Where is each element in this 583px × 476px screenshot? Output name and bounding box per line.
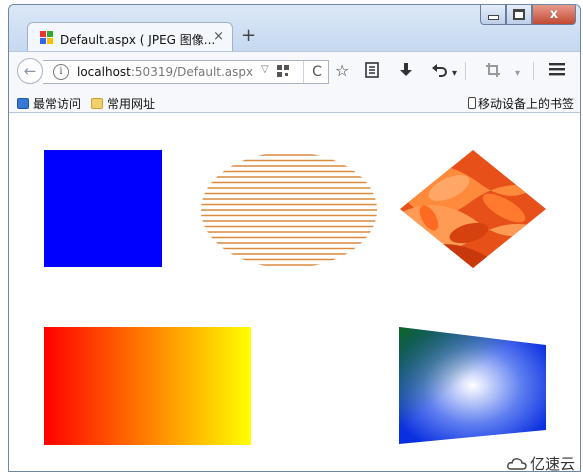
bookmark-common-sites[interactable]: 常用网址 [91, 95, 155, 112]
bookmark-mobile[interactable]: 移动设备上的书签 [467, 95, 574, 112]
crop-dropdown-icon[interactable]: ▾ [515, 65, 520, 83]
history-dropdown-icon[interactable]: ▽ [261, 64, 269, 75]
bookmark-most-visited[interactable]: 最常访问 [17, 95, 81, 112]
star-icon[interactable]: ☆ [335, 62, 349, 80]
reload-icon: C [312, 64, 322, 80]
hatched-ellipse [201, 154, 377, 266]
watermark-text: 亿速云 [529, 455, 575, 473]
back-button[interactable]: ← [17, 58, 43, 84]
blue-square [44, 150, 162, 267]
window-controls: x [480, 5, 576, 25]
toolbar-separator [465, 62, 466, 80]
url-path: :50319/Default.aspx [130, 65, 254, 79]
undo-icon[interactable] [431, 62, 447, 82]
minimize-button[interactable] [480, 5, 506, 25]
back-arrow-icon: ← [23, 62, 37, 80]
title-bar: Default.aspx ( JPEG 图像... × + x [9, 5, 580, 52]
watermark: 亿速云 [507, 453, 575, 474]
url-text[interactable]: localhost:50319/Default.aspx [77, 65, 253, 79]
bookmark-label: 常用网址 [107, 97, 156, 111]
favicon-icon [40, 31, 54, 45]
maximize-icon [513, 9, 525, 20]
crop-icon[interactable] [485, 62, 501, 82]
menu-icon[interactable] [549, 62, 565, 80]
jpeg-image [44, 150, 546, 445]
new-tab-button[interactable]: + [241, 27, 256, 45]
mobile-device-icon [467, 97, 476, 109]
minimize-icon [487, 15, 499, 20]
close-window-button[interactable]: x [532, 5, 576, 25]
gradient-quadrilateral [399, 327, 546, 444]
url-host: localhost [77, 65, 131, 79]
reload-button[interactable]: C [303, 61, 330, 83]
qr-code-icon[interactable] [277, 65, 289, 77]
browser-window: Default.aspx ( JPEG 图像... × + x ← i loca… [8, 4, 581, 472]
tab-default-aspx[interactable]: Default.aspx ( JPEG 图像... × [27, 22, 233, 52]
tab-close-icon[interactable]: × [213, 29, 224, 44]
folder-icon [91, 98, 103, 109]
address-bar[interactable]: i localhost:50319/Default.aspx ▽ C [43, 60, 329, 84]
bookmarks-toolbar: 最常访问 常用网址 移动设备上的书签 [9, 91, 580, 113]
textured-diamond [400, 150, 546, 268]
navigation-toolbar: ← i localhost:50319/Default.aspx ▽ C ☆ ▾… [9, 51, 580, 91]
close-icon: x [549, 7, 559, 22]
download-icon[interactable] [399, 62, 413, 82]
maximize-button[interactable] [506, 5, 532, 25]
tab-title: Default.aspx ( JPEG 图像... [60, 33, 216, 47]
bookmark-label: 最常访问 [33, 97, 82, 111]
page-content [9, 113, 580, 471]
cloud-logo-icon [507, 458, 527, 470]
red-yellow-gradient-rectangle [44, 327, 251, 445]
undo-dropdown-icon[interactable]: ▾ [452, 65, 457, 83]
bookmark-label: 移动设备上的书签 [477, 97, 574, 111]
bookmark-icon [17, 98, 29, 109]
info-icon[interactable]: i [53, 64, 69, 80]
toolbar-separator [533, 62, 534, 80]
reading-list-icon[interactable] [365, 62, 379, 82]
